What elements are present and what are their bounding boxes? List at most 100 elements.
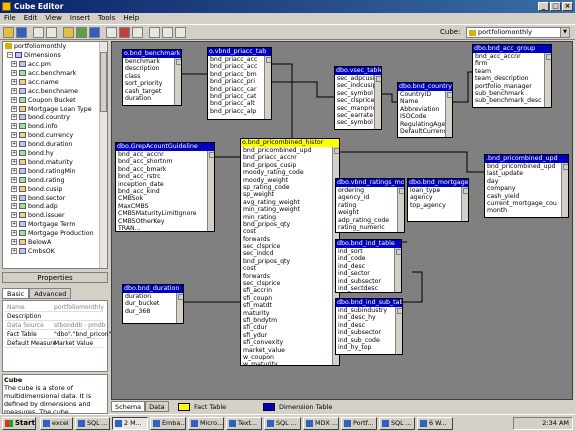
zoom-icon[interactable] (149, 27, 160, 38)
taskbar-item[interactable]: MDX ... (303, 417, 339, 430)
tree-item[interactable]: + acc.name (11, 78, 59, 87)
table-column[interactable]: CountryID (398, 91, 452, 98)
dimension-table[interactable]: dbo.vbnd_ratings_moodorderingagency_idra… (335, 178, 405, 233)
table-column[interactable]: w_coupon (241, 354, 339, 361)
table-column[interactable]: bnd_priacc_bm (208, 71, 271, 78)
table-column[interactable]: loan_type (408, 187, 468, 194)
table-column[interactable]: bnd_priacc_accnr (241, 154, 339, 161)
table-column[interactable]: sp_rating_code (241, 184, 339, 191)
expand-icon[interactable]: + (11, 230, 17, 237)
table-column[interactable]: bnd_acc_accnr (473, 53, 551, 60)
expand-icon[interactable]: + (11, 87, 17, 94)
measure-icon[interactable] (119, 27, 130, 38)
table-column[interactable]: ind_code (336, 255, 401, 262)
table-column[interactable]: ind_desc (336, 263, 401, 270)
insert-table-icon[interactable] (63, 27, 74, 38)
scroll-thumb[interactable] (100, 52, 107, 112)
table-scrollbar[interactable] (176, 293, 183, 323)
table-column[interactable]: CMBSMaturityLimitIgnore (116, 210, 214, 217)
fact-table[interactable]: o.bnd_pricombined_histor bnd_pricombined_… (240, 138, 340, 366)
taskbar-item[interactable]: 6 W... (417, 417, 453, 430)
table-column[interactable]: w_maturity (241, 361, 339, 365)
table-scrollbar[interactable] (207, 151, 214, 231)
table-column[interactable]: bnd_priacc_alt (208, 100, 271, 107)
table-column[interactable]: sp_weight (241, 191, 339, 198)
taskbar-item[interactable]: Micro... (188, 417, 224, 430)
table-scrollbar[interactable] (374, 75, 381, 129)
table-column[interactable]: dur_368 (123, 308, 183, 315)
table-header[interactable]: dbo.bnd_mortgage_grou (408, 179, 468, 187)
table-column[interactable]: portfolio_manager (473, 83, 551, 90)
tree-scrollbar[interactable] (99, 42, 107, 268)
tree-item[interactable]: + Mortgage Term (11, 221, 75, 229)
table-column[interactable]: bnd_priacc_pri (208, 78, 271, 85)
expand-icon[interactable]: + (11, 123, 17, 130)
table-column[interactable]: sub_benchmark_desc (473, 97, 551, 104)
table-column[interactable]: min_rating_weight (241, 206, 339, 213)
tree-item[interactable]: + bond.hy (11, 150, 54, 158)
table-column[interactable]: inception_date (116, 181, 214, 188)
expand-icon[interactable]: + (11, 96, 17, 103)
table-column[interactable]: description (123, 65, 181, 72)
expand-icon[interactable]: + (11, 132, 17, 139)
save-icon[interactable] (16, 27, 27, 38)
table-column[interactable]: firm (473, 60, 551, 67)
tree-item[interactable]: + acc.benchname (11, 87, 78, 96)
start-button[interactable]: Start (2, 417, 36, 430)
table-column[interactable]: ind_sectdesc (336, 285, 401, 292)
table-column[interactable]: sfi_ydur (241, 332, 339, 339)
table-header[interactable]: dbo.bnd_country (398, 83, 452, 91)
cut-icon[interactable] (33, 27, 44, 38)
tree-root[interactable]: portfoliomonthly (5, 43, 66, 51)
tab-basic[interactable]: Basic (2, 288, 30, 299)
table-column[interactable]: sfi_coupn (241, 295, 339, 302)
table-column[interactable]: sort_priority (123, 80, 181, 87)
table-column[interactable]: CMBSOtherKey (116, 218, 214, 225)
table-column[interactable]: bnd_priacc_car (208, 86, 271, 93)
menu-edit[interactable]: Edit (20, 13, 42, 24)
table-header[interactable]: dbo.bnd_ind_table (336, 240, 401, 248)
table-header[interactable]: o.vbnd_priacc_tab (208, 48, 271, 56)
expand-icon[interactable]: + (11, 239, 17, 245)
tree-item[interactable]: + bond.country (11, 114, 70, 122)
dimension-table[interactable]: o.bnd_benchmark benchmark description class… (122, 49, 182, 106)
table-column[interactable]: ind_sector (336, 270, 401, 277)
taskbar-item[interactable]: Portf... (341, 417, 377, 430)
menu-tools[interactable]: Tools (94, 13, 119, 24)
table-column[interactable]: ind_desc_hy (336, 314, 402, 321)
table-header[interactable]: dbo.GrepAcountGuideline (116, 143, 214, 151)
expand-icon[interactable]: + (11, 61, 17, 67)
table-column[interactable]: rating_numeric (336, 224, 404, 231)
property-row[interactable]: Data Source stbonddb - pmdb (5, 321, 105, 330)
table-column[interactable]: sfi_matdt (241, 302, 339, 309)
table-column[interactable]: cost (241, 228, 339, 235)
table-column[interactable]: sec_indcd (241, 250, 339, 257)
table-column[interactable]: RegulatingAgency (398, 121, 452, 128)
taskbar-item[interactable]: Emba... (150, 417, 186, 430)
table-column[interactable]: company (485, 185, 568, 192)
dimension-table[interactable]: dbo.bnd_mortgage_grouloan_typeagencytop_… (407, 178, 469, 222)
table-scrollbar[interactable] (397, 187, 404, 232)
table-column[interactable]: ind_sort (336, 248, 401, 255)
tab-data[interactable]: Data (145, 401, 169, 412)
table-column[interactable]: ind_hy_top (336, 344, 402, 351)
table-column[interactable]: bnd_priacc_cat (208, 93, 271, 100)
dimension-table[interactable]: dbo.bnd_duration duration dur_bucket dur_36… (122, 284, 184, 324)
table-column[interactable]: market_value (241, 347, 339, 354)
table-column[interactable]: sfi_convexity (241, 339, 339, 346)
taskbar-item[interactable]: SQL ... (379, 417, 415, 430)
table-header[interactable]: o.bnd_benchmark (123, 50, 181, 58)
table-column[interactable]: ind_subsector (336, 278, 401, 285)
table-column[interactable]: agency_id (336, 194, 404, 201)
taskbar-item[interactable]: SQL ... (264, 417, 301, 430)
minimize-button[interactable]: _ (538, 2, 549, 11)
tree-item[interactable]: + bond.issuer (11, 212, 65, 220)
table-column[interactable]: dur_bucket (123, 300, 183, 307)
table-scrollbar[interactable] (394, 248, 401, 292)
table-column[interactable]: MaxCMBS (116, 203, 214, 210)
table-column[interactable]: duration (123, 293, 183, 300)
table-column[interactable]: sfi_bndytm (241, 317, 339, 324)
tree-dimensions[interactable]: − Dimensions (7, 52, 61, 60)
table-column[interactable]: avg_rating_weight (241, 199, 339, 206)
table-column[interactable]: ISOCode (398, 113, 452, 120)
